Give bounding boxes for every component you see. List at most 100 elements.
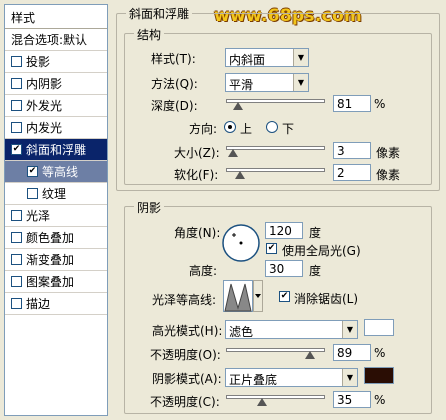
style-checkbox[interactable] [11, 56, 22, 67]
style-list-item-label: 等高线 [42, 165, 79, 179]
size-slider[interactable] [226, 143, 325, 157]
altitude-unit: 度 [309, 264, 322, 278]
angle-unit: 度 [309, 226, 322, 240]
style-checkbox[interactable] [11, 210, 22, 221]
highlight-opacity-label: 不透明度(O): [150, 348, 221, 362]
shading-title: 阴影 [134, 199, 165, 216]
style-select[interactable]: 内斜面 ▼ [225, 48, 309, 67]
angle-input[interactable]: 120 [265, 222, 303, 239]
shadow-opacity-slider[interactable] [226, 392, 325, 406]
style-list-item-label: 颜色叠加 [26, 231, 75, 245]
shadow-opacity-thumb[interactable] [257, 398, 267, 406]
style-list-item-label: 内发光 [26, 121, 63, 135]
technique-label: 方法(Q): [151, 77, 198, 91]
size-input[interactable]: 3 [333, 142, 371, 159]
size-label: 大小(Z): [174, 146, 220, 160]
altitude-input[interactable]: 30 [265, 260, 303, 277]
direction-up-label: 上 [240, 122, 253, 136]
style-list-item[interactable]: 光泽 [5, 205, 107, 227]
style-list-item-label: 渐变叠加 [26, 253, 75, 267]
shadow-opacity-input[interactable]: 35 [333, 391, 371, 408]
style-list-item[interactable]: 混合选项:默认 [5, 29, 107, 51]
gloss-contour-label: 光泽等高线: [152, 293, 217, 307]
size-unit: 像素 [376, 146, 401, 160]
style-checkbox[interactable] [11, 122, 22, 133]
highlight-mode-value: 滤色 [229, 325, 254, 339]
angle-label: 角度(N): [174, 226, 221, 240]
soften-slider-thumb[interactable] [235, 171, 245, 179]
angle-dial[interactable] [221, 223, 261, 263]
highlight-opacity-unit: % [374, 346, 386, 360]
bevel-title: 斜面和浮雕 [126, 5, 193, 22]
direction-down-radio[interactable] [266, 121, 278, 133]
antialias-checkbox[interactable] [279, 291, 290, 302]
depth-unit: % [374, 97, 386, 111]
style-list-item-label: 描边 [26, 297, 51, 311]
shadow-mode-value: 正片叠底 [229, 373, 278, 387]
shadow-opacity-label: 不透明度(C): [150, 395, 220, 409]
chevron-down-icon[interactable]: ▼ [293, 49, 308, 66]
depth-label: 深度(D): [151, 99, 198, 113]
shadow-color-swatch[interactable] [364, 367, 394, 384]
direction-down-label: 下 [282, 122, 295, 136]
style-checkbox[interactable] [27, 188, 38, 199]
structure-title: 结构 [134, 26, 165, 43]
style-list-header: 样式 [5, 5, 107, 29]
highlight-color-swatch[interactable] [364, 319, 394, 336]
global-light-checkbox[interactable] [266, 243, 277, 254]
chevron-down-icon[interactable]: ▼ [342, 321, 357, 338]
style-list-item[interactable]: 描边 [5, 293, 107, 315]
style-list-item[interactable]: 等高线 [5, 161, 107, 183]
antialias-label: 消除锯齿(L) [294, 292, 359, 306]
chevron-down-icon[interactable]: ▼ [293, 74, 308, 91]
style-checkbox[interactable] [11, 276, 22, 287]
shadow-opacity-unit: % [374, 393, 386, 407]
style-checkbox[interactable] [11, 100, 22, 111]
style-list-item-label: 混合选项:默认 [11, 33, 88, 47]
soften-label: 软化(F): [174, 168, 219, 182]
style-checkbox[interactable] [27, 166, 38, 177]
style-list-item[interactable]: 内发光 [5, 117, 107, 139]
style-list-item[interactable]: 内阴影 [5, 73, 107, 95]
style-checkbox[interactable] [11, 254, 22, 265]
depth-slider[interactable] [226, 96, 325, 110]
style-list-item[interactable]: 颜色叠加 [5, 227, 107, 249]
gloss-contour-picker[interactable] [223, 280, 263, 312]
shadow-mode-select[interactable]: 正片叠底 ▼ [225, 368, 358, 387]
direction-up-radio[interactable] [224, 121, 236, 133]
style-list-item-label: 外发光 [26, 99, 63, 113]
style-list-item[interactable]: 渐变叠加 [5, 249, 107, 271]
chevron-down-icon[interactable]: ▼ [342, 369, 357, 386]
style-list-item[interactable]: 外发光 [5, 95, 107, 117]
technique-select-value: 平滑 [229, 78, 254, 92]
global-light-label: 使用全局光(G) [282, 244, 361, 258]
soften-unit: 像素 [376, 168, 401, 182]
style-list-item[interactable]: 纹理 [5, 183, 107, 205]
direction-label: 方向: [189, 122, 218, 136]
style-list-item[interactable]: 斜面和浮雕 [5, 139, 107, 161]
technique-select[interactable]: 平滑 ▼ [225, 73, 309, 92]
size-slider-track [226, 146, 325, 150]
highlight-opacity-thumb[interactable] [305, 351, 315, 359]
style-checkbox[interactable] [11, 144, 22, 155]
depth-slider-thumb[interactable] [233, 102, 243, 110]
style-list-item-label: 内阴影 [26, 77, 63, 91]
soften-input[interactable]: 2 [333, 164, 371, 181]
soften-slider[interactable] [226, 165, 325, 179]
style-list-item-label: 投影 [26, 55, 51, 69]
style-list-item[interactable]: 图案叠加 [5, 271, 107, 293]
style-checkbox[interactable] [11, 232, 22, 243]
highlight-mode-select[interactable]: 滤色 ▼ [225, 320, 358, 339]
style-checkbox[interactable] [11, 78, 22, 89]
style-select-value: 内斜面 [229, 53, 266, 67]
style-list-item[interactable]: 投影 [5, 51, 107, 73]
altitude-label: 高度: [189, 264, 218, 278]
shadow-mode-label: 阴影模式(A): [152, 372, 222, 386]
style-list-item-label: 图案叠加 [26, 275, 75, 289]
style-list-item-label: 纹理 [42, 187, 67, 201]
highlight-opacity-slider[interactable] [226, 345, 325, 359]
size-slider-thumb[interactable] [228, 149, 238, 157]
depth-input[interactable]: 81 [333, 95, 371, 112]
highlight-opacity-input[interactable]: 89 [333, 344, 371, 361]
style-checkbox[interactable] [11, 298, 22, 309]
